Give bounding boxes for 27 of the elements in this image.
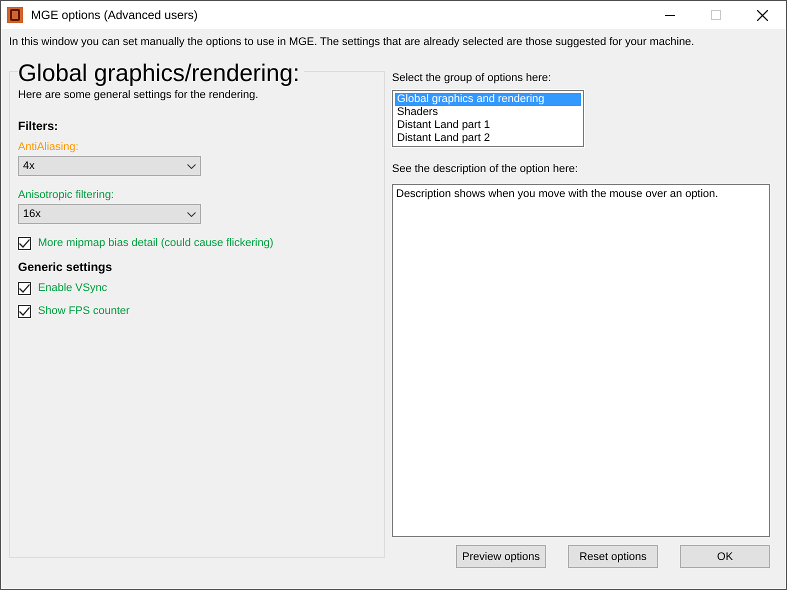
dropdown[interactable]: 16x: [18, 204, 201, 224]
group-list-label: Select the group of options here:: [392, 71, 552, 85]
list-item[interactable]: Shaders: [395, 106, 581, 119]
dialog-button[interactable]: Reset options: [568, 545, 658, 568]
list-item[interactable]: Distant Land part 2: [395, 132, 581, 145]
chevron-icon: [187, 212, 196, 216]
description-text: Description shows when you move with the mouse over an option.: [396, 188, 718, 200]
intro-text: In this window you can set manually the options to use in MGE. The settings that are already selected are those suggested for your machine.: [9, 35, 696, 50]
app-icon: [7, 7, 23, 23]
dialog-button[interactable]: OK: [680, 545, 770, 568]
section-heading: Generic settings: [18, 259, 114, 275]
panel-subtitle: Here are some general settings for the rendering.: [18, 89, 260, 101]
dropdown-label: AntiAliasing:: [18, 140, 80, 154]
window-title: MGE options (Advanced users): [31, 8, 198, 22]
dropdown[interactable]: 4x: [18, 156, 201, 176]
close-icon[interactable]: [757, 10, 768, 20]
dropdown-label: Anisotropic filtering:: [18, 188, 115, 202]
minimize-icon[interactable]: [665, 14, 675, 16]
checkbox[interactable]: [18, 236, 31, 250]
list-item[interactable]: Distant Land part 1: [395, 119, 581, 132]
chevron-icon: [187, 164, 196, 168]
section-heading: Filters:: [18, 118, 60, 134]
dialog-button[interactable]: Preview options: [456, 545, 546, 568]
description-label: See the description of the option here:: [392, 162, 579, 176]
checkbox[interactable]: [18, 282, 31, 294]
group-list[interactable]: Global graphics and rendering Shaders Distant Land part 1 Distant Land part 2: [392, 90, 584, 147]
checkbox[interactable]: [18, 304, 31, 318]
